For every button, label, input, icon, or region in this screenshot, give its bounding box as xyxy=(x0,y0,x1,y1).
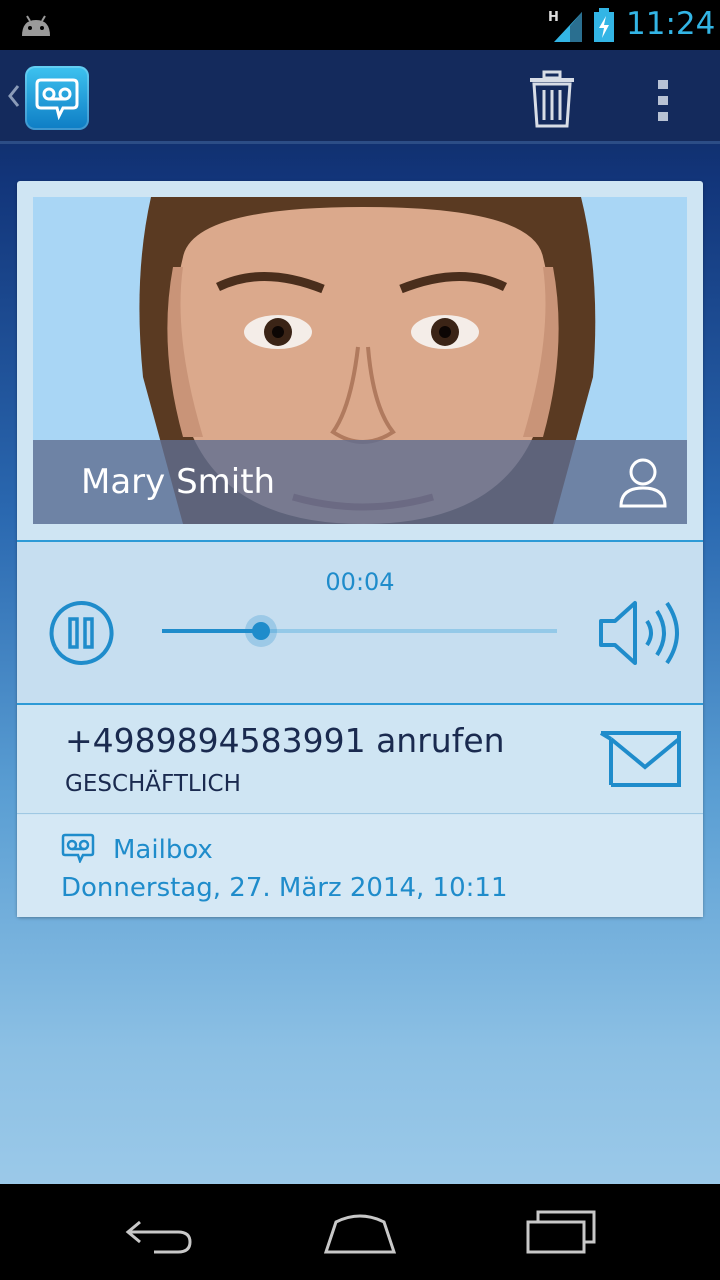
contact-photo: Mary Smith xyxy=(33,197,687,524)
call-number-type: GESCHÄFTLICH xyxy=(65,771,241,797)
battery-charging-icon xyxy=(594,8,614,42)
voicemail-info: Mailbox Donnerstag, 27. März 2014, 10:11 xyxy=(17,815,703,917)
envelope-icon[interactable] xyxy=(597,729,683,789)
status-bar: H 11:24 xyxy=(0,0,720,50)
status-clock: 11:24 xyxy=(626,6,716,42)
action-bar xyxy=(0,50,720,144)
call-back-row[interactable]: +4989894583991 anrufen GESCHÄFTLICH xyxy=(17,705,703,813)
voicemail-date: Donnerstag, 27. März 2014, 10:11 xyxy=(61,873,508,903)
call-number-label[interactable]: +4989894583991 anrufen xyxy=(65,721,505,760)
seek-thumb[interactable] xyxy=(244,615,277,647)
contact-name: Mary Smith xyxy=(81,462,276,502)
voicemail-icon xyxy=(61,833,95,863)
pause-icon[interactable] xyxy=(47,599,115,667)
divider xyxy=(17,813,703,814)
back-icon[interactable] xyxy=(120,1212,200,1256)
person-icon[interactable] xyxy=(617,456,669,510)
audio-player: 00:04 xyxy=(17,542,703,703)
seek-bar[interactable] xyxy=(162,615,557,647)
elapsed-time: 00:04 xyxy=(325,568,395,596)
voicemail-icon xyxy=(35,78,79,120)
voicemail-card: Mary Smith 00:04 +4989894583991 anrufen … xyxy=(17,181,703,917)
signal-icon: H xyxy=(548,10,582,42)
trash-icon[interactable] xyxy=(520,68,584,132)
chevron-left-icon[interactable] xyxy=(6,84,20,108)
android-debug-icon xyxy=(22,15,50,36)
voicemail-source: Mailbox xyxy=(113,835,213,865)
overflow-menu-icon[interactable] xyxy=(640,68,686,132)
speaker-icon[interactable] xyxy=(597,597,683,669)
contact-name-overlay: Mary Smith xyxy=(33,440,687,524)
navigation-bar xyxy=(0,1184,720,1280)
svg-text:H: H xyxy=(548,10,559,25)
app-home-button[interactable] xyxy=(25,66,89,130)
home-icon[interactable] xyxy=(320,1212,400,1256)
recents-icon[interactable] xyxy=(520,1208,600,1256)
